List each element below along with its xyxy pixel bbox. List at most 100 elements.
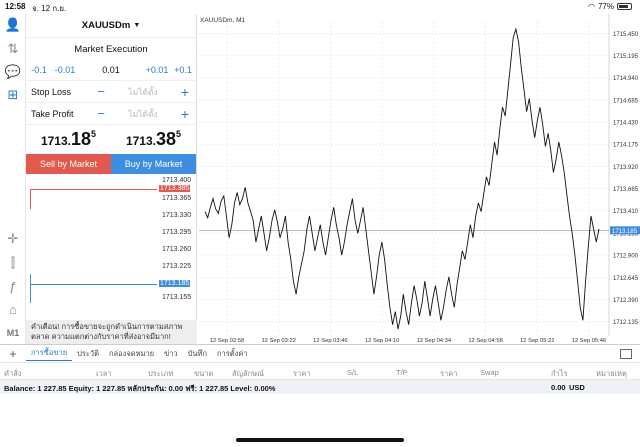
indicators-icon[interactable]: ƒ [4,277,22,295]
battery-icon [617,3,632,10]
y-tick-label: 1715.450 [613,32,639,38]
depth-chart: 1713.400 1713.385 1713.365 1713.330 1713… [26,176,197,320]
ask-level-marker [30,189,31,209]
current-price-label: 1713.185 [612,229,638,235]
layout-icon[interactable] [620,349,632,359]
caret-down-icon: ▼ [133,22,141,29]
y-tick-label: 1712.645 [613,276,639,282]
y-tick-label: 1712.390 [613,298,639,304]
y-tick-label: 1713.665 [613,187,639,193]
tab-history[interactable]: ประวัติ [72,348,104,360]
clock: 12:58 [5,2,26,11]
bid-price: 1713.185 [40,129,97,149]
balance-row: Balance: 1 227.85 Equity: 1 227.85 หลักป… [0,380,640,394]
col-size: ขนาด [194,369,214,378]
y-tick-label: 1714.940 [613,76,639,82]
symbol-selector[interactable]: XAUUSDm ▼ [26,14,196,38]
ask-level-line [30,189,157,190]
chart-canvas[interactable]: XAUUSDm, M1 1715.450 1715.195 1714.940 1714.… [197,14,640,344]
y-tick-label: 1712.135 [613,320,639,326]
depth-tick: 1713.155 [162,294,192,301]
y-tick-label: 1714.685 [613,98,639,104]
bottom-tabs: + การซื้อขาย ประวัติ กล่องจดหมาย ข่าว บั… [0,344,640,362]
price-series-line [204,27,600,330]
y-tick-label: 1712.900 [613,254,639,260]
col-swap: Swap [480,368,499,377]
stop-loss-label: Stop Loss [31,86,72,97]
bid-price-tag: 1713.185 [159,280,191,287]
tab-trade[interactable]: การซื้อขาย [26,347,73,361]
depth-tick: 1713.225 [162,263,192,270]
order-panel: XAUUSDm ▼ Market Execution -0.1 -0.01 0.… [26,14,197,344]
volume-stepper: -0.1 -0.01 0.01 +0.01 +0.1 [26,60,196,80]
new-order-icon[interactable]: ⊞ [4,86,22,104]
timeframe-button[interactable]: M1 [4,324,22,342]
take-profit-row: Take Profit − ไม่ได้ตั้ง + [26,102,196,124]
left-toolbar: 👤 ⇅ 💬 ⊞ ✛ ⫿ ƒ ⌂ M1 [0,14,26,344]
bid-level-line [30,284,157,285]
depth-tick: 1713.365 [162,195,192,202]
col-type: ประเภท [148,369,174,378]
depth-tick: 1713.330 [162,212,192,219]
y-tick-label: 1715.195 [613,54,639,60]
tab-journal[interactable]: บันทึก [183,348,212,360]
crosshair-icon[interactable]: ✛ [4,230,22,248]
ask-price-tag: 1713.385 [159,185,191,192]
take-profit-minus-button[interactable]: − [90,106,112,121]
col-symbol: สัญลักษณ์ [232,369,265,378]
tab-settings[interactable]: การตั้งค่า [212,348,253,360]
price-row: 1713.185 1713.385 [26,124,196,154]
col-tp: T/P [396,368,408,377]
account-currency: USD [569,383,585,392]
chart-type-icon[interactable]: ⫿ [4,254,22,272]
stop-loss-plus-button[interactable]: + [174,84,196,100]
status-indicators: ◠ 77% [588,2,632,11]
wifi-icon: ◠ [588,2,595,11]
col-comment: หมายเหตุ [596,369,627,378]
objects-icon[interactable]: ⌂ [4,300,22,318]
depth-tick: 1713.260 [162,246,192,253]
col-profit: กำไร [551,369,568,378]
col-order: คำสั่ง [4,369,22,378]
symbol-name: XAUUSDm [81,20,131,31]
price-chart[interactable]: XAUUSDm, M1 1715.450 1715.195 1714.940 1714.… [197,14,640,344]
battery-percent: 77% [597,2,614,11]
execution-type[interactable]: Market Execution [26,38,196,60]
chart-title: XAUUSDm, M1 [200,17,246,24]
y-tick-label: 1714.430 [613,121,639,127]
take-profit-value[interactable]: ไม่ได้ตั้ง [112,107,174,121]
volume-minus-big[interactable]: -0.1 [26,65,52,75]
stop-loss-minus-button[interactable]: − [90,84,112,99]
volume-minus-small[interactable]: -0.01 [52,65,78,75]
col-current-price: ราคา [440,369,458,378]
col-time: เวลา [96,369,112,378]
col-sl: S/L [347,368,359,377]
y-tick-label: 1714.175 [613,143,639,149]
tab-news[interactable]: ข่าว [159,348,183,360]
y-tick-label: 1713.410 [613,209,639,215]
sell-button[interactable]: Sell by Market [26,154,111,174]
status-bar: 12:58 จ. 12 ก.ย. ◠ 77% [0,0,640,14]
volume-value[interactable]: 0.01 [78,65,144,75]
bid-level-marker [30,274,31,303]
stop-loss-value[interactable]: ไม่ได้ตั้ง [112,85,174,99]
account-icon[interactable]: 👤 [4,16,22,34]
stop-loss-row: Stop Loss − ไม่ได้ตั้ง + [26,80,196,102]
take-profit-label: Take Profit [31,108,74,119]
volume-plus-small[interactable]: +0.01 [144,65,170,75]
ask-price: 1713.385 [125,129,182,149]
depth-tick: 1713.295 [162,229,192,236]
take-profit-plus-button[interactable]: + [174,106,196,122]
total-profit: 0.00 [551,383,566,392]
orders-table-header: คำสั่ง เวลา ประเภท ขนาด สัญลักษณ์ ราคา S… [0,362,640,380]
volume-plus-big[interactable]: +0.1 [170,65,196,75]
home-indicator[interactable] [236,438,404,442]
chat-icon[interactable]: 💬 [4,63,22,81]
trade-icon[interactable]: ⇅ [4,40,22,58]
add-icon[interactable]: + [0,347,26,361]
y-tick-label: 1713.920 [613,165,639,171]
col-price: ราคา [293,369,311,378]
buy-button[interactable]: Buy by Market [111,154,196,174]
tab-mailbox[interactable]: กล่องจดหมาย [104,348,159,360]
execution-warning: คำเตือน! การซื้อขายจะถูกดำเนินการตามสภาพ… [26,320,197,344]
